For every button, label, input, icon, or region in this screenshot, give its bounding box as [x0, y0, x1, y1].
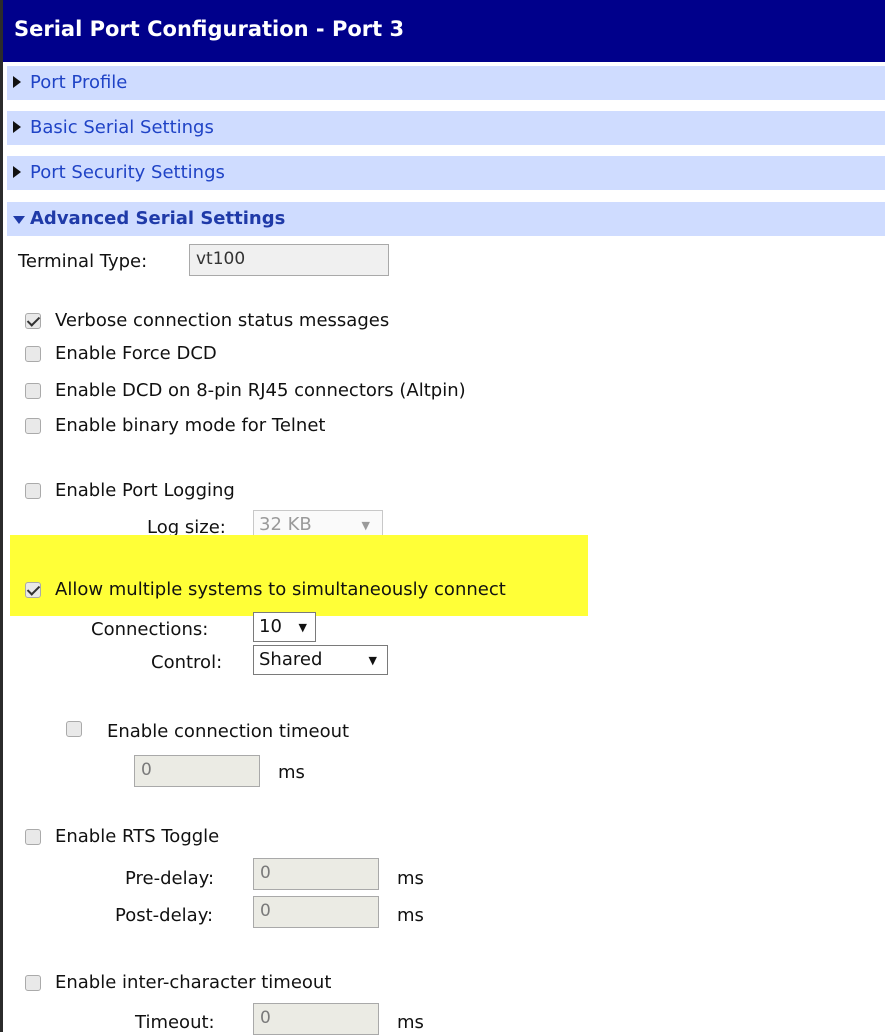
inter-char-label: Enable inter-character timeout [55, 972, 332, 993]
force-dcd-label: Enable Force DCD [55, 343, 217, 364]
control-select[interactable]: Shared ▼ [253, 645, 388, 675]
inter-char-checkbox[interactable] [25, 975, 41, 991]
control-value: Shared [259, 649, 323, 670]
connections-value: 10 [259, 616, 282, 637]
section-label: Port Profile [30, 72, 128, 93]
conn-timeout-unit: ms [278, 762, 305, 783]
binary-telnet-checkbox[interactable] [25, 418, 41, 434]
section-port-security-settings[interactable]: Port Security Settings [7, 156, 885, 190]
multi-connect-checkbox[interactable] [25, 582, 41, 598]
post-delay-input[interactable]: 0 [253, 896, 379, 928]
terminal-type-label: Terminal Type: [18, 251, 148, 272]
dcd-altpin-label: Enable DCD on 8-pin RJ45 connectors (Alt… [55, 380, 466, 401]
section-label: Basic Serial Settings [30, 117, 214, 138]
highlight-box [10, 535, 588, 616]
timeout-label: Timeout: [135, 1012, 215, 1033]
section-port-profile[interactable]: Port Profile [7, 66, 885, 100]
multi-connect-label: Allow multiple systems to simultaneously… [55, 579, 506, 600]
dropdown-arrow-icon: ▼ [361, 519, 370, 532]
collapse-arrow-icon [13, 216, 25, 224]
pre-delay-unit: ms [397, 868, 424, 889]
verbose-checkbox[interactable] [25, 313, 41, 329]
conn-timeout-checkbox[interactable] [66, 721, 82, 737]
port-logging-label: Enable Port Logging [55, 480, 235, 501]
dcd-altpin-checkbox[interactable] [25, 383, 41, 399]
binary-telnet-label: Enable binary mode for Telnet [55, 415, 326, 436]
pre-delay-input[interactable]: 0 [253, 858, 379, 890]
dropdown-arrow-icon: ▼ [298, 621, 307, 634]
section-label: Port Security Settings [30, 162, 225, 183]
expand-arrow-icon [13, 166, 21, 178]
dropdown-arrow-icon: ▼ [368, 654, 377, 667]
page-title: Serial Port Configuration - Port 3 [14, 17, 405, 41]
timeout-input[interactable]: 0 [253, 1003, 379, 1035]
post-delay-label: Post-delay: [115, 905, 214, 926]
log-size-value: 32 KB [259, 514, 312, 535]
post-delay-unit: ms [397, 905, 424, 926]
section-basic-serial-settings[interactable]: Basic Serial Settings [7, 111, 885, 145]
connections-label: Connections: [91, 619, 209, 640]
timeout-unit: ms [397, 1012, 424, 1033]
verbose-label: Verbose connection status messages [55, 310, 390, 331]
force-dcd-checkbox[interactable] [25, 346, 41, 362]
conn-timeout-input[interactable]: 0 [134, 755, 260, 787]
expand-arrow-icon [13, 76, 21, 88]
rts-toggle-label: Enable RTS Toggle [55, 826, 220, 847]
terminal-type-input[interactable]: vt100 [189, 244, 389, 276]
control-label: Control: [151, 652, 223, 673]
section-advanced-serial-settings[interactable]: Advanced Serial Settings [7, 202, 885, 236]
rts-toggle-checkbox[interactable] [25, 829, 41, 845]
connections-select[interactable]: 10 ▼ [253, 612, 316, 642]
port-logging-checkbox[interactable] [25, 483, 41, 499]
pre-delay-label: Pre-delay: [125, 868, 215, 889]
section-label: Advanced Serial Settings [30, 208, 286, 229]
expand-arrow-icon [13, 121, 21, 133]
conn-timeout-label: Enable connection timeout [107, 721, 350, 742]
title-bar: Serial Port Configuration - Port 3 [0, 0, 885, 62]
